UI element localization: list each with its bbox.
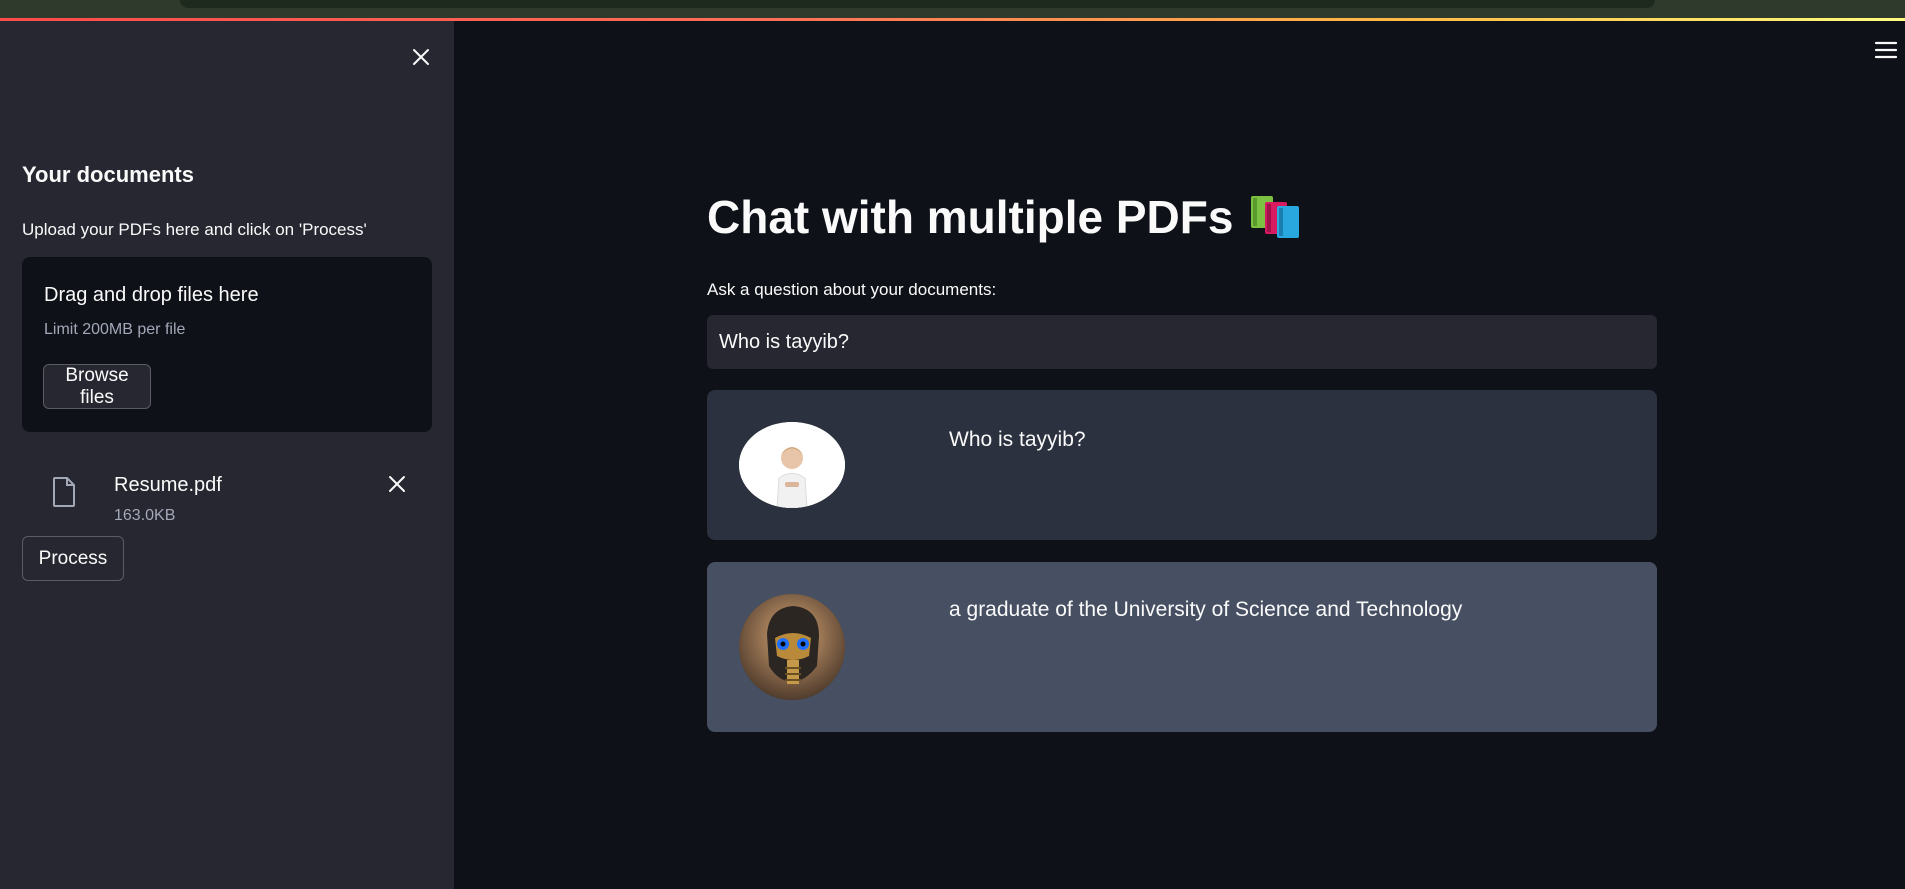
page-title-text: Chat with multiple PDFs xyxy=(707,191,1234,243)
browse-files-button[interactable]: Browse files xyxy=(43,364,151,409)
question-label: Ask a question about your documents: xyxy=(707,280,997,299)
dropzone-limit: Limit 200MB per file xyxy=(44,321,186,338)
books-icon xyxy=(1251,196,1300,238)
sidebar: Your documents Upload your PDFs here and… xyxy=(0,21,454,889)
bot-message: a graduate of the University of Science … xyxy=(707,562,1657,732)
question-input[interactable] xyxy=(707,315,1657,369)
hamburger-menu-icon[interactable] xyxy=(1874,40,1898,60)
remove-file-icon[interactable] xyxy=(386,473,408,495)
sidebar-title: Your documents xyxy=(22,162,194,187)
uploaded-file: Resume.pdf 163.0KB xyxy=(22,447,432,527)
browser-top-bar xyxy=(0,0,1905,18)
user-message-text: Who is tayyib? xyxy=(949,428,1086,451)
close-sidebar-icon[interactable] xyxy=(409,45,433,69)
bot-avatar-image xyxy=(739,594,845,700)
user-avatar-image xyxy=(739,422,845,508)
user-message: Who is tayyib? xyxy=(707,390,1657,540)
file-name: Resume.pdf xyxy=(114,474,222,496)
browser-address-strip xyxy=(180,0,1655,8)
file-dropzone[interactable]: Drag and drop files here Limit 200MB per… xyxy=(22,257,432,432)
page-title: Chat with multiple PDFs xyxy=(707,190,1301,244)
user-avatar xyxy=(739,422,845,508)
file-icon xyxy=(53,477,75,507)
bot-avatar xyxy=(739,594,845,700)
sidebar-description: Upload your PDFs here and click on 'Proc… xyxy=(22,220,367,239)
process-button[interactable]: Process xyxy=(22,536,124,581)
bot-message-text: a graduate of the University of Science … xyxy=(949,598,1463,621)
dropzone-text: Drag and drop files here xyxy=(44,284,259,306)
file-size: 163.0KB xyxy=(114,507,176,524)
